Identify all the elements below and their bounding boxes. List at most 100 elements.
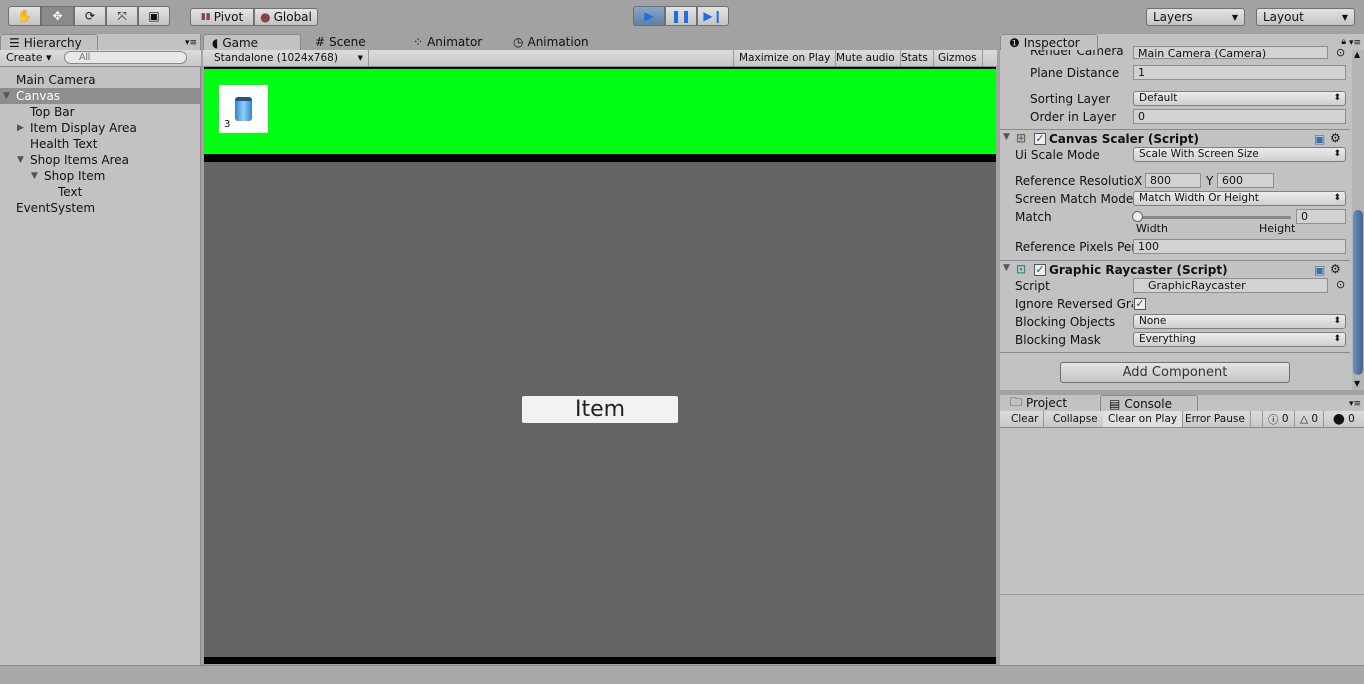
error-pause-toggle[interactable]: Error Pause — [1180, 411, 1251, 427]
tab-project[interactable]: 🗀 Project — [1002, 395, 1075, 411]
layout-dropdown[interactable]: Layout ▼ — [1256, 8, 1355, 26]
console-icon: ▤ — [1109, 396, 1121, 411]
shop-item-button[interactable]: Item — [522, 396, 678, 423]
graphic-raycaster-header[interactable]: ▼ ⊡ ✓ Graphic Raycaster (Script) ▣ ⚙ — [1000, 260, 1350, 278]
screen-match-mode-dropdown[interactable]: Match Width Or Height — [1133, 191, 1346, 206]
console-log-area[interactable] — [1000, 429, 1364, 595]
globe-icon: ● — [260, 10, 271, 24]
info-icon: ⓘ — [1268, 413, 1279, 426]
expand-arrow-icon[interactable]: ▼ — [17, 152, 24, 168]
stats-toggle[interactable]: Stats — [896, 50, 934, 66]
info-icon: ❶ — [1009, 35, 1020, 50]
canvas-scaler-header[interactable]: ▼ ⊞ ✓ Canvas Scaler (Script) ▣ ⚙ — [1000, 129, 1350, 147]
collapse-arrow-icon[interactable]: ▼ — [1003, 132, 1010, 142]
shop-items-area: Item — [204, 162, 996, 657]
graphic-raycaster-enabled-checkbox[interactable]: ✓ — [1034, 264, 1046, 276]
tab-inspector[interactable]: ❶ Inspector — [1000, 34, 1098, 50]
ui-scale-mode-dropdown[interactable]: Scale With Screen Size — [1133, 147, 1346, 162]
mute-audio-toggle[interactable]: Mute audio — [831, 50, 901, 66]
object-picker-icon[interactable]: ⊙ — [1336, 46, 1345, 59]
hierarchy-item[interactable]: Text — [0, 184, 200, 200]
tab-scene[interactable]: # Scene — [307, 34, 374, 50]
layers-dropdown[interactable]: Layers ▼ — [1146, 8, 1245, 26]
rotate-tool-button[interactable]: ⟳ — [74, 6, 106, 26]
hierarchy-item[interactable]: Health Text — [0, 136, 200, 152]
expand-arrow-icon[interactable]: ▼ — [3, 88, 10, 104]
tab-hierarchy[interactable]: ☰ Hierarchy — [0, 34, 98, 50]
hand-tool-button[interactable]: ✋ — [8, 6, 41, 26]
sorting-layer-dropdown[interactable]: Default — [1133, 91, 1346, 106]
clear-on-play-toggle[interactable]: Clear on Play — [1103, 411, 1184, 427]
game-view[interactable]: 3 Item — [204, 67, 996, 664]
hierarchy-item-label: Top Bar — [30, 105, 75, 119]
hierarchy-item-label: Shop Item — [44, 169, 106, 183]
pause-button[interactable]: ❚❚ — [665, 6, 697, 26]
collapse-arrow-icon[interactable]: ▼ — [1003, 263, 1010, 273]
reference-pixels-per-unit-field[interactable]: 100 — [1133, 239, 1346, 254]
hierarchy-item[interactable]: ▼ Shop Items Area — [0, 152, 200, 168]
jar-icon — [235, 97, 252, 121]
plane-distance-field[interactable]: 1 — [1133, 65, 1346, 80]
expand-arrow-icon[interactable]: ▶ — [17, 120, 24, 136]
reference-resolution-y-field[interactable]: 600 — [1217, 173, 1274, 188]
panel-menu-icon[interactable]: ▾≡ — [1349, 399, 1361, 409]
create-dropdown[interactable]: Create ▾ — [6, 51, 52, 64]
hierarchy-item[interactable]: Top Bar — [0, 104, 200, 120]
maximize-on-play-toggle[interactable]: Maximize on Play — [733, 50, 837, 66]
hierarchy-item[interactable]: ▼ Shop Item — [0, 168, 200, 184]
inspector-scrollbar[interactable]: ▲ ▼ — [1352, 50, 1364, 390]
clear-button[interactable]: Clear — [1006, 411, 1045, 427]
tab-animation[interactable]: ◷ Animation — [505, 34, 597, 50]
canvas-scaler-enabled-checkbox[interactable]: ✓ — [1034, 133, 1046, 145]
resolution-dropdown[interactable]: Standalone (1024x768) ▼ — [209, 50, 369, 66]
add-component-button[interactable]: Add Component — [1060, 362, 1290, 383]
hierarchy-item[interactable]: EventSystem — [0, 200, 200, 216]
play-button[interactable]: ▶ — [633, 6, 665, 26]
hierarchy-panel: ☰Hierarchy ▾≡ Create ▾ Main Camera ▼ Canva… — [0, 34, 201, 665]
blocking-mask-dropdown[interactable]: Everything — [1133, 332, 1346, 347]
hierarchy-item-label: Shop Items Area — [30, 153, 129, 167]
render-camera-field[interactable]: Main Camera (Camera) — [1133, 46, 1328, 60]
scrollbar-thumb[interactable] — [1353, 210, 1363, 375]
info-filter-toggle[interactable]: ⓘ 0 — [1262, 411, 1295, 427]
hierarchy-item[interactable]: Main Camera — [0, 72, 200, 88]
help-icon[interactable]: ▣ — [1314, 263, 1325, 277]
status-bar — [0, 665, 1364, 684]
move-tool-button[interactable]: ✥ — [41, 6, 74, 26]
tab-game[interactable]: ◖ Game — [203, 34, 301, 50]
hierarchy-search-input[interactable] — [64, 51, 187, 64]
scale-tool-button[interactable]: ⤧ — [106, 6, 138, 26]
rect-tool-button[interactable]: ▣ — [138, 6, 170, 26]
tab-console[interactable]: ▤ Console — [1100, 395, 1198, 411]
pivot-icon: ▮▮ — [200, 12, 211, 22]
gizmos-dropdown[interactable]: Gizmos — [933, 50, 983, 66]
blocking-objects-dropdown[interactable]: None — [1133, 314, 1346, 329]
global-button[interactable]: ● Global — [254, 8, 318, 26]
hierarchy-item[interactable]: ▶ Item Display Area — [0, 120, 200, 136]
match-field[interactable]: 0 — [1296, 209, 1346, 224]
panel-menu-icon[interactable]: ▾≡ — [1349, 38, 1361, 48]
script-field[interactable]: GraphicRaycaster — [1133, 278, 1328, 293]
error-filter-toggle[interactable]: ⬤ 0 — [1328, 411, 1360, 427]
reference-resolution-x-field[interactable]: 800 — [1145, 173, 1201, 188]
expand-arrow-icon[interactable]: ▼ — [31, 168, 38, 184]
match-slider-track[interactable] — [1137, 216, 1291, 219]
hierarchy-item-label: Canvas — [16, 89, 61, 103]
panel-menu-icon[interactable]: ▾≡ — [185, 38, 197, 48]
hierarchy-item-label: Item Display Area — [30, 121, 137, 135]
match-slider-handle[interactable] — [1132, 211, 1143, 222]
warning-filter-toggle[interactable]: △ 0 — [1295, 411, 1325, 427]
ignore-reversed-graphics-checkbox[interactable]: ✓ — [1134, 298, 1146, 310]
collapse-toggle[interactable]: Collapse — [1048, 411, 1104, 427]
pivot-button[interactable]: ▮▮ Pivot — [190, 8, 254, 26]
gear-icon[interactable]: ⚙ — [1330, 262, 1341, 276]
hierarchy-item[interactable]: ▼ Canvas — [0, 88, 200, 104]
help-icon[interactable]: ▣ — [1314, 132, 1325, 146]
gear-icon[interactable]: ⚙ — [1330, 131, 1341, 145]
step-button[interactable]: ▶❙ — [697, 6, 729, 26]
object-picker-icon[interactable]: ⊙ — [1336, 278, 1345, 291]
console-panel: 🗀 Project ▤ Console ▾≡ Clear Collapse Clea… — [1000, 395, 1364, 665]
hierarchy-item-label: Main Camera — [16, 73, 96, 87]
order-in-layer-field[interactable]: 0 — [1133, 109, 1346, 124]
tab-animator[interactable]: ⁘ Animator — [405, 34, 490, 50]
